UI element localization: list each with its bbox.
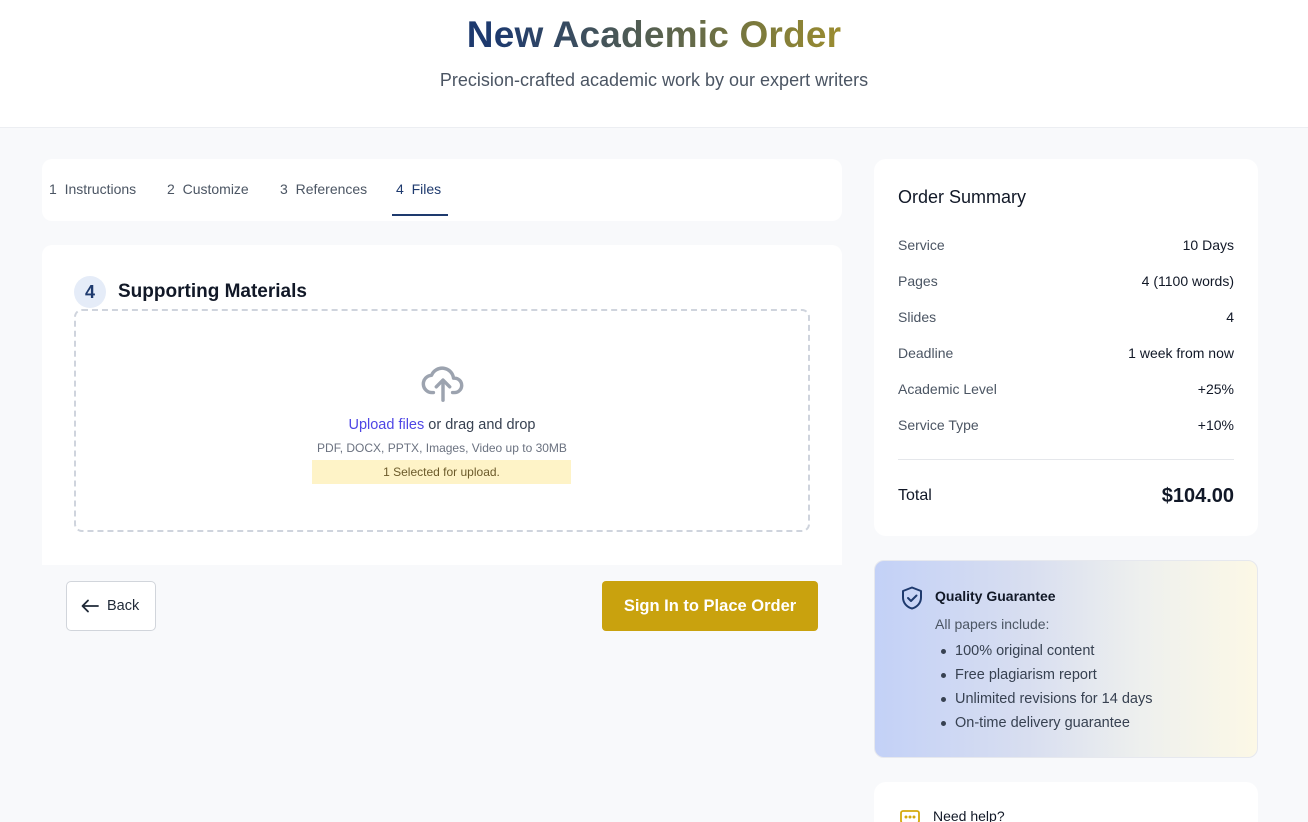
arrow-left-icon (81, 599, 99, 613)
order-steps-tabs: 1 Instructions 2 Customize 3 References … (42, 159, 842, 221)
summary-row-slides: Slides 4 (898, 309, 1234, 329)
summary-title: Order Summary (898, 187, 1027, 207)
tab-files[interactable]: 4 Files (396, 181, 441, 197)
summary-row-pages: Pages 4 (1100 words) (898, 273, 1234, 293)
summary-divider (898, 459, 1234, 460)
drag-drop-text: or drag and drop (424, 417, 536, 433)
list-item: 100% original content (935, 641, 1152, 665)
tab-references[interactable]: 3 References (280, 181, 367, 197)
tab-customize[interactable]: 2 Customize (167, 181, 249, 197)
file-dropzone[interactable]: Upload files or drag and drop PDF, DOCX,… (74, 309, 810, 532)
back-button[interactable]: Back (66, 581, 156, 631)
page-header: New Academic Order Precision-crafted aca… (0, 0, 1308, 128)
list-item: Free plagiarism report (935, 665, 1152, 689)
page-title: New Academic Order (0, 14, 1308, 56)
summary-label: Deadline (898, 345, 954, 361)
summary-label: Service (898, 237, 945, 253)
summary-row-service-type: Service Type +10% (898, 417, 1234, 437)
summary-row-academic-level: Academic Level +25% (898, 381, 1234, 401)
order-summary-card: Order Summary Service 10 Days Pages 4 (1… (874, 159, 1258, 536)
summary-label: Academic Level (898, 381, 997, 397)
page-subtitle: Precision-crafted academic work by our e… (439, 70, 869, 90)
summary-label: Service Type (898, 417, 979, 433)
summary-label: Pages (898, 273, 938, 289)
tab-instructions[interactable]: 1 Instructions (49, 181, 136, 197)
back-button-label: Back (107, 598, 140, 614)
summary-value: 4 (1100 words) (1141, 273, 1234, 289)
summary-row-deadline: Deadline 1 week from now (898, 345, 1234, 365)
upload-files-link[interactable]: Upload files (348, 417, 424, 433)
tab-label: Instructions (64, 181, 137, 197)
list-item: Unlimited revisions for 14 days (935, 689, 1152, 713)
summary-value: +25% (1197, 381, 1234, 397)
tab-label: Files (411, 181, 442, 197)
quality-guarantee-card: Quality Guarantee All papers include: 10… (874, 560, 1258, 758)
selected-files-status: 1 Selected for upload. (312, 460, 571, 484)
summary-value: +10% (1197, 417, 1234, 433)
shield-check-icon (902, 586, 922, 610)
guarantee-list: 100% original content Free plagiarism re… (935, 641, 1152, 737)
tab-number: 4 (396, 181, 404, 197)
need-help-card[interactable]: Need help? (874, 782, 1258, 822)
summary-value: 10 Days (1182, 237, 1234, 253)
summary-label: Slides (898, 309, 937, 325)
summary-value: 1 week from now (1128, 345, 1234, 361)
sign-in-place-order-button[interactable]: Sign In to Place Order (602, 581, 818, 631)
list-item: On-time delivery guarantee (935, 713, 1152, 737)
guarantee-subtitle: All papers include: (935, 616, 1050, 632)
tab-number: 2 (167, 181, 175, 197)
upload-prompt: Upload files or drag and drop (76, 417, 808, 433)
total-value: $104.00 (1161, 485, 1234, 507)
cloud-upload-icon (421, 366, 464, 402)
summary-value: 4 (1226, 309, 1234, 325)
chat-icon (900, 810, 920, 822)
active-tab-indicator (392, 214, 448, 216)
tab-number: 3 (280, 181, 288, 197)
upload-hint: PDF, DOCX, PPTX, Images, Video up to 30M… (317, 441, 567, 455)
summary-row-service: Service 10 Days (898, 237, 1234, 257)
guarantee-title: Quality Guarantee (935, 588, 1056, 604)
tab-label: Customize (182, 181, 249, 197)
section-title: Supporting Materials (118, 281, 307, 302)
tab-label: References (295, 181, 368, 197)
tab-number: 1 (49, 181, 57, 197)
step-badge: 4 (74, 276, 106, 308)
total-label: Total (898, 487, 932, 504)
supporting-materials-card: 4 Supporting Materials Upload files or d… (42, 245, 842, 565)
need-help-label: Need help? (933, 808, 1005, 822)
